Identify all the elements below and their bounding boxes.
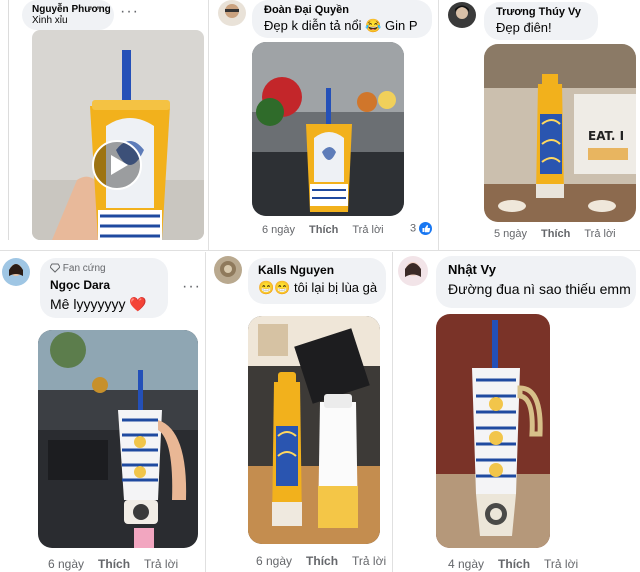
like-button[interactable]: Thích (306, 554, 338, 568)
diamond-icon (50, 263, 60, 274)
reply-button[interactable]: Trả lời (144, 557, 178, 571)
timestamp[interactable]: 6 ngày (256, 554, 292, 568)
timestamp[interactable]: 6 ngày (262, 224, 295, 236)
comment-actions: 6 ngày Thích Trả lời (48, 557, 192, 571)
avatar[interactable] (448, 2, 476, 28)
comment-actions: 5 ngày Thích Trả lời (494, 228, 630, 240)
author-name[interactable]: Nguyễn Phương (32, 4, 111, 15)
reply-button[interactable]: Trả lời (352, 554, 386, 568)
fan-badge-label: Fan cứng (62, 263, 106, 274)
avatar[interactable] (398, 256, 428, 286)
like-button[interactable]: Thích (541, 228, 570, 240)
avatar[interactable] (2, 258, 30, 286)
author-name[interactable]: Kalls Nguyen (258, 263, 376, 277)
thread-line (8, 0, 9, 240)
like-icon (419, 222, 433, 235)
timestamp[interactable]: 6 ngày (48, 557, 84, 571)
reply-button[interactable]: Trả lời (544, 557, 578, 571)
comment-actions: 4 ngày Thích Trả lời (448, 557, 592, 571)
comment-text: Đẹp k diễn tả nổi 😂 Gin P (264, 18, 418, 33)
comment-photo[interactable] (436, 314, 550, 548)
reply-button[interactable]: Trả lời (352, 224, 383, 236)
timestamp[interactable]: 4 ngày (448, 557, 484, 571)
comment-bubble: Fan cứng Ngọc Dara Mê lyyyyyyy ❤️ (40, 258, 168, 318)
row-divider (0, 250, 640, 251)
like-button[interactable]: Thích (498, 557, 530, 571)
comment-photo[interactable]: EAT. I (484, 44, 636, 222)
like-button[interactable]: Thích (98, 557, 130, 571)
svg-text:EAT. I: EAT. I (588, 129, 624, 143)
reaction-count[interactable]: 3 (410, 222, 433, 235)
timestamp[interactable]: 5 ngày (494, 228, 527, 240)
comment-bubble: Nguyễn Phương Xinh xỉu (22, 0, 114, 30)
author-name[interactable]: Đoàn Đại Quyền (264, 4, 420, 16)
video-thumbnail[interactable] (32, 30, 204, 240)
col-divider-2 (438, 0, 439, 250)
reaction-count-number: 3 (410, 222, 417, 235)
avatar[interactable] (214, 256, 242, 284)
comment-text: Xinh xỉu (32, 15, 68, 26)
reply-button[interactable]: Trả lời (584, 228, 615, 240)
comment-text: Đường đua nì sao thiếu emm (448, 281, 631, 297)
play-icon[interactable] (92, 140, 142, 190)
author-name[interactable]: Nhật Vy (448, 262, 624, 277)
col-divider-4 (392, 252, 393, 572)
comment-text: Mê lyyyyyyy ❤️ (50, 296, 147, 312)
col-divider-3 (205, 252, 206, 572)
comment-bubble: Nhật Vy Đường đua nì sao thiếu emm (436, 256, 636, 308)
comment-photo[interactable] (38, 330, 198, 548)
author-name[interactable]: Trương Thúy Vy (496, 6, 586, 18)
avatar[interactable] (218, 0, 246, 26)
comment-photo[interactable] (248, 316, 380, 544)
col-divider-1 (208, 0, 209, 250)
comment-text: Đẹp điên! (496, 20, 552, 35)
author-name[interactable]: Ngọc Dara (50, 278, 110, 292)
comment-bubble: Đoàn Đại Quyền Đẹp k diễn tả nổi 😂 Gin P (252, 0, 432, 38)
comment-actions: 6 ngày Thích Trả lời (256, 554, 400, 568)
fan-badge[interactable]: Fan cứng (50, 263, 106, 274)
more-icon[interactable]: ··· (120, 3, 139, 21)
more-icon[interactable]: ··· (182, 278, 201, 296)
comment-actions: 6 ngày Thích Trả lời (262, 224, 398, 236)
like-button[interactable]: Thích (309, 224, 338, 236)
comment-bubble: Trương Thúy Vy Đẹp điên! (484, 2, 598, 40)
comment-photo[interactable] (252, 42, 404, 216)
comment-bubble: Kalls Nguyen 😁😁 tôi lại bị lùa gà (248, 258, 386, 304)
comment-text: 😁😁 tôi lại bị lùa gà (258, 280, 378, 295)
